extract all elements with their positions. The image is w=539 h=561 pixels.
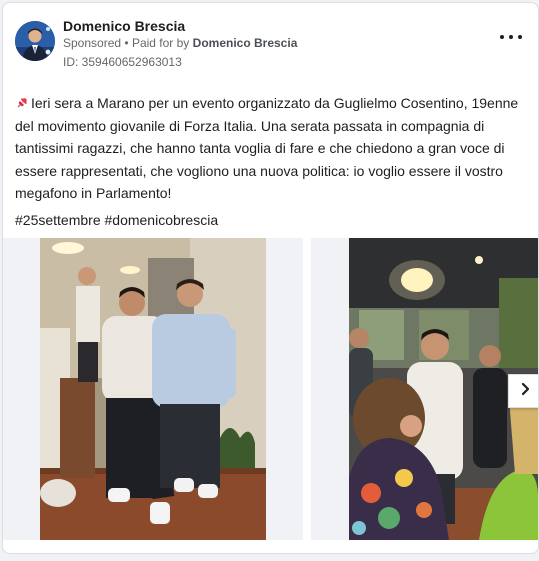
post-text: Ieri sera a Marano per un evento organiz… — [15, 95, 519, 201]
post-body: Ieri sera a Marano per un evento organiz… — [15, 92, 520, 205]
pushpin-icon — [15, 94, 29, 108]
chevron-right-icon — [518, 382, 532, 401]
ad-id: ID: 359460652963013 — [63, 55, 182, 69]
page-avatar[interactable] — [15, 21, 55, 61]
image-carousel — [3, 238, 538, 540]
carousel-next-button[interactable] — [508, 374, 538, 408]
sponsored-label: Sponsored — [63, 36, 122, 50]
hashtags[interactable]: #25settembre #domenicobrescia — [15, 212, 218, 228]
sponsored-line: Sponsored • Paid for by Domenico Brescia — [63, 36, 297, 50]
dot — [500, 35, 504, 39]
event-photo-1[interactable] — [40, 238, 266, 540]
dot — [518, 35, 522, 39]
carousel-slide-2[interactable] — [311, 238, 538, 540]
carousel-slide-1[interactable] — [3, 238, 303, 540]
separator-dot: • — [124, 36, 129, 50]
page-name[interactable]: Domenico Brescia — [63, 18, 185, 34]
more-options-icon[interactable] — [500, 30, 522, 44]
paid-for-label: Paid for by — [131, 36, 190, 50]
paid-for-name[interactable]: Domenico Brescia — [193, 36, 298, 50]
ad-card: Domenico Brescia Sponsored • Paid for by… — [2, 2, 539, 554]
dot — [509, 35, 513, 39]
